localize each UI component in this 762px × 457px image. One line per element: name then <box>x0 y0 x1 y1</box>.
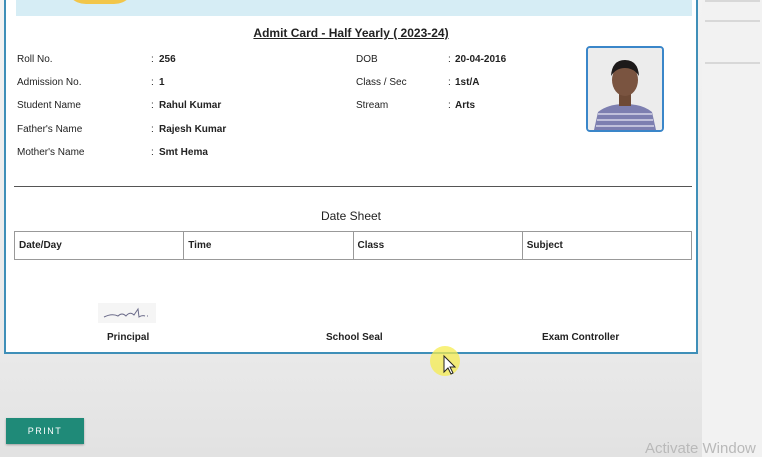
column-header-date-day: Date/Day <box>13 231 185 260</box>
right-panel-strip <box>702 0 762 457</box>
field-colon: : <box>151 147 154 158</box>
principal-label: Principal <box>107 332 150 343</box>
field-colon: : <box>448 54 451 65</box>
signature-scribble-icon <box>103 307 148 318</box>
field-label: Roll No. <box>17 54 53 65</box>
column-header-class: Class <box>352 231 523 260</box>
field-value: Rajesh Kumar <box>159 124 227 135</box>
activate-windows-watermark: Activate Window <box>645 440 756 457</box>
school-logo <box>64 0 136 4</box>
field-label: Stream <box>356 100 389 111</box>
student-photo <box>586 46 664 132</box>
field-label: Father's Name <box>17 124 83 135</box>
column-header-subject: Subject <box>521 231 693 260</box>
field-value: 256 <box>159 54 176 65</box>
field-value: 1st/A <box>455 77 480 88</box>
mouse-pointer-icon <box>443 354 457 375</box>
field-value: 1 <box>159 77 165 88</box>
principal-signature <box>98 303 156 323</box>
school-banner <box>16 0 692 16</box>
divider <box>705 0 760 2</box>
field-colon: : <box>151 77 154 88</box>
field-value: Smt Hema <box>159 147 208 158</box>
field-label: Class / Sec <box>356 77 407 88</box>
admit-card-title: Admit Card - Half Yearly ( 2023-24) <box>253 26 449 40</box>
date-sheet-table: Date/Day Time Class Subject <box>13 231 693 260</box>
field-label: Student Name <box>17 100 81 111</box>
student-avatar-icon <box>588 48 662 130</box>
cursor-highlight <box>430 346 460 376</box>
field-label: Admission No. <box>17 77 82 88</box>
school-seal-label: School Seal <box>326 332 383 343</box>
field-colon: : <box>151 54 154 65</box>
field-label: Mother's Name <box>17 147 85 158</box>
field-value: 20-04-2016 <box>455 54 507 65</box>
section-divider <box>14 186 692 187</box>
admit-card: Admit Card - Half Yearly ( 2023-24) Roll… <box>4 0 698 354</box>
date-sheet-title: Date Sheet <box>320 209 382 223</box>
field-colon: : <box>151 124 154 135</box>
field-colon: : <box>151 100 154 111</box>
exam-controller-label: Exam Controller <box>542 332 620 343</box>
column-header-time: Time <box>183 231 354 260</box>
field-value: Arts <box>455 100 476 111</box>
field-value: Rahul Kumar <box>159 100 222 111</box>
field-colon: : <box>448 77 451 88</box>
table-header-row: Date/Day Time Class Subject <box>13 231 693 260</box>
divider <box>705 62 760 64</box>
print-button[interactable]: PRINT <box>6 418 84 444</box>
field-colon: : <box>448 100 451 111</box>
divider <box>705 20 760 22</box>
field-label: DOB <box>356 54 378 65</box>
